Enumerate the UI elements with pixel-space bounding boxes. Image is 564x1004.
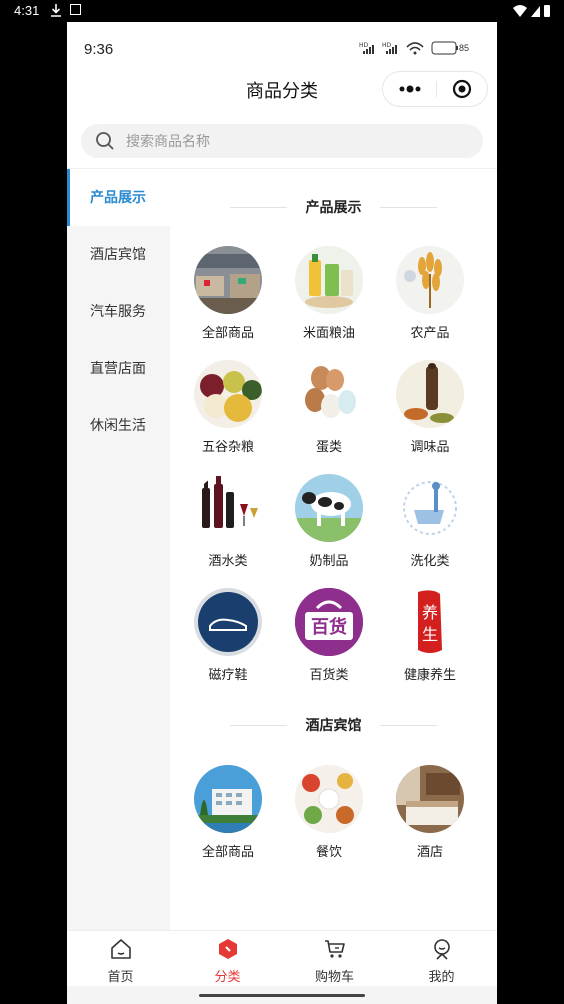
tab-label: 我的 (428, 969, 455, 984)
eggs-image (295, 360, 363, 428)
category-sidebar: 产品展示 酒店宾馆 汽车服务 直营店面 休闲生活 (67, 169, 170, 930)
svg-text:生: 生 (422, 625, 438, 644)
home-indicator[interactable] (199, 994, 365, 997)
notification-icon (70, 4, 81, 15)
sidebar-item-leisure[interactable]: 休闲生活 (67, 397, 170, 454)
home-icon (111, 939, 131, 959)
grid-item-eggs[interactable]: 蛋类 (271, 360, 371, 460)
supermarket-image (194, 246, 262, 314)
close-button[interactable] (437, 72, 488, 106)
sidebar-item-direct-stores[interactable]: 直营店面 (67, 340, 170, 397)
tab-cart[interactable]: 购物车 (281, 931, 388, 987)
grid-item-farm-products[interactable]: 农产品 (372, 246, 472, 346)
item-label: 餐饮 (315, 844, 342, 859)
title-line-right (380, 725, 437, 726)
cart-icon (325, 940, 345, 958)
wheat-image (396, 246, 464, 314)
cow-image (295, 474, 363, 542)
grid-item-hotel[interactable]: 酒店 (372, 765, 472, 865)
item-label: 百货类 (309, 667, 349, 682)
item-label: 调味品 (410, 439, 450, 454)
wine-image (194, 474, 262, 542)
grid-item-coarse-grains[interactable]: 五谷杂粮 (170, 360, 270, 460)
spices-image (396, 360, 464, 428)
grid-item-general-merchandise[interactable]: 百货 百货类 (271, 588, 371, 688)
title-bar: 商品分类 (67, 70, 497, 110)
search-bar[interactable] (81, 124, 483, 158)
grid-item-all-products[interactable]: 全部商品 (170, 246, 270, 346)
more-button[interactable] (383, 72, 436, 106)
wifi-battery-icon (513, 5, 550, 17)
grid-item-toiletries[interactable]: 洗化类 (372, 474, 472, 574)
tab-home[interactable]: 首页 (67, 931, 174, 987)
tab-category[interactable]: 分类 (174, 931, 281, 987)
download-icon (51, 4, 61, 17)
item-label: 健康养生 (403, 667, 456, 682)
tab-label: 分类 (214, 969, 241, 984)
grid-item-grain-oil[interactable]: 米面粮油 (271, 246, 371, 346)
hotel-building-image (194, 765, 262, 833)
item-label: 全部商品 (201, 325, 254, 340)
svg-text:养: 养 (422, 603, 438, 622)
grid-item-beverages[interactable]: 酒水类 (170, 474, 270, 574)
bag-image: 百货 (295, 588, 363, 656)
grain-oil-image (295, 246, 363, 314)
svg-text:HD: HD (382, 42, 392, 49)
beans-image (194, 360, 262, 428)
health-image: 养生 (396, 588, 464, 656)
grid-item-health[interactable]: 养生 健康养生 (372, 588, 472, 688)
grid-item-condiments[interactable]: 调味品 (372, 360, 472, 460)
android-status-bar: 4:31 (0, 0, 564, 22)
section-title-text: 酒店宾馆 (305, 717, 362, 733)
user-icon (434, 939, 450, 960)
shoe-image (194, 588, 262, 656)
grid-item-dining[interactable]: 餐饮 (271, 765, 371, 865)
grid-item-hotel-all[interactable]: 全部商品 (170, 765, 270, 865)
section-title-text: 产品展示 (305, 199, 362, 215)
sidebar-item-auto-services[interactable]: 汽车服务 (67, 283, 170, 340)
svg-text:HD: HD (359, 42, 369, 49)
tab-label: 首页 (107, 969, 134, 984)
item-label: 蛋类 (315, 439, 342, 454)
status-clock: 9:36 (84, 41, 114, 58)
gesture-bar (67, 986, 497, 1004)
title-line-left (230, 207, 287, 208)
mini-program-window: 9:36 HD HD 85 商品分类 搜索商品名称 产品展示 酒店宾馆 汽车服务… (67, 22, 497, 1004)
sidebar-item-products[interactable]: 产品展示 (67, 169, 170, 226)
item-label: 磁疗鞋 (208, 667, 248, 682)
item-label: 全部商品 (201, 844, 254, 859)
battery-level: 85 (458, 43, 469, 53)
item-label: 奶制品 (309, 553, 349, 568)
search-icon (96, 132, 114, 150)
close-target-icon (452, 79, 472, 99)
item-label: 酒水类 (208, 553, 248, 568)
bath-image (396, 474, 464, 542)
android-clock: 4:31 (14, 3, 40, 18)
category-content: 产品展示 全部商品 米面粮油 农产品 五谷杂粮 蛋类 调味品 酒水类 奶制品 洗… (170, 169, 497, 930)
section-title-hotels: 酒店宾馆 (170, 715, 497, 735)
more-dots-icon (399, 85, 421, 93)
food-image (295, 765, 363, 833)
svg-text:百货: 百货 (311, 616, 347, 638)
tab-label: 购物车 (314, 969, 354, 984)
mini-status-bar: 9:36 HD HD 85 (67, 22, 497, 68)
title-line-right (380, 207, 437, 208)
item-label: 米面粮油 (302, 325, 355, 340)
tab-profile[interactable]: 我的 (388, 931, 495, 987)
item-label: 五谷杂粮 (201, 439, 254, 454)
item-label: 农产品 (410, 325, 450, 340)
grid-item-dairy[interactable]: 奶制品 (271, 474, 371, 574)
hotel-room-image (396, 765, 464, 833)
item-label: 洗化类 (410, 553, 450, 568)
category-icon (219, 939, 237, 959)
bottom-tab-bar: 首页 分类 购物车 我的 (67, 930, 497, 986)
item-label: 酒店 (416, 844, 443, 859)
grid-item-magnetic-shoes[interactable]: 磁疗鞋 (170, 588, 270, 688)
section-title-products: 产品展示 (170, 197, 497, 217)
mini-program-capsule (382, 71, 488, 107)
search-input[interactable] (126, 124, 466, 158)
title-line-left (230, 725, 287, 726)
sidebar-item-hotels[interactable]: 酒店宾馆 (67, 226, 170, 283)
